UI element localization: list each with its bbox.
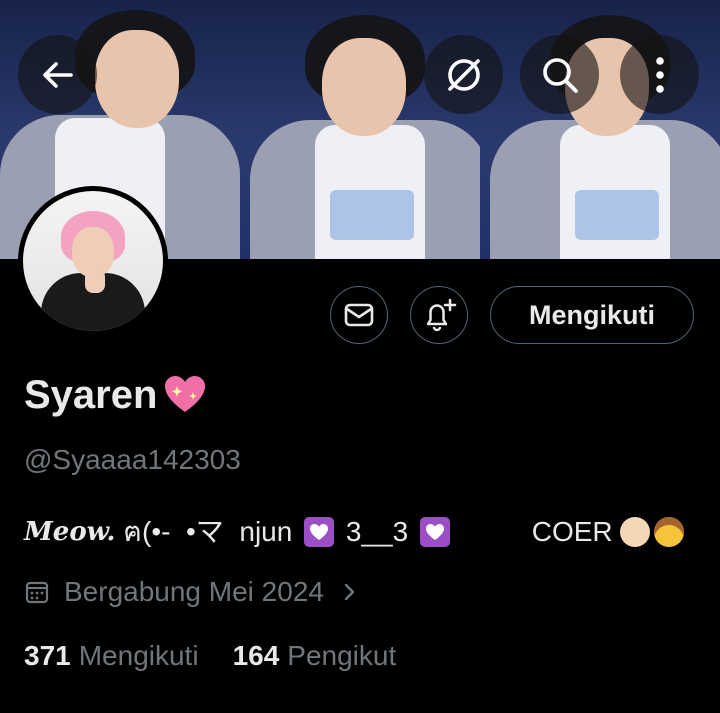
following-button-label: Mengikuti xyxy=(529,299,655,330)
arrow-left-icon xyxy=(42,61,73,88)
following-button[interactable]: Mengikuti xyxy=(490,286,694,344)
following-count: 371 xyxy=(24,640,71,671)
more-options-button[interactable] xyxy=(620,35,699,114)
display-name: Syaren xyxy=(24,372,158,417)
join-date-text: Bergabung Mei 2024 xyxy=(64,576,324,607)
message-button[interactable] xyxy=(330,286,388,344)
bio-meow: Meow. xyxy=(24,517,116,547)
more-vertical-icon xyxy=(655,56,664,93)
calendar-icon xyxy=(25,581,49,604)
user-handle: @Syaaaa142303 xyxy=(24,444,241,475)
followers-count: 164 xyxy=(232,640,280,671)
grok-button[interactable] xyxy=(424,35,503,114)
white-heart-icon xyxy=(304,517,335,547)
name-row: Syaren xyxy=(24,372,209,418)
cowboy-face-icon xyxy=(654,517,685,547)
back-button[interactable] xyxy=(18,35,97,114)
slashed-circle-icon xyxy=(447,58,480,91)
chevron-right-icon[interactable] xyxy=(340,579,360,605)
join-date: Bergabung Mei 2024 xyxy=(24,576,360,608)
white-heart-icon xyxy=(419,517,450,547)
search-button[interactable] xyxy=(520,35,599,114)
following-stat[interactable]: 371 Mengikuti xyxy=(24,640,199,672)
profile-avatar[interactable] xyxy=(18,186,168,336)
rock-hand-icon xyxy=(620,517,651,547)
avatar-image xyxy=(23,191,163,331)
bio-text-3: COER xyxy=(453,516,621,547)
followers-label: Pengikut xyxy=(287,640,397,671)
banner-photo-3 xyxy=(480,0,720,259)
bell-plus-icon xyxy=(426,298,457,332)
notifications-button[interactable] xyxy=(410,286,468,344)
following-label: Mengikuti xyxy=(78,640,199,671)
followers-stat[interactable]: 164 Pengikut xyxy=(233,640,397,672)
envelope-icon xyxy=(344,303,374,327)
sparkling-heart-icon xyxy=(165,376,206,412)
follow-stats: 371 Mengikuti 164 Pengikut xyxy=(24,640,396,672)
bio-text-1: ฅ(•- •マ njun xyxy=(115,516,301,547)
bio-text-2: 3__3 xyxy=(338,516,416,547)
bio: Meow. ฅ(•- •マ njun 3__3 COER xyxy=(24,510,685,554)
search-icon xyxy=(542,57,578,93)
